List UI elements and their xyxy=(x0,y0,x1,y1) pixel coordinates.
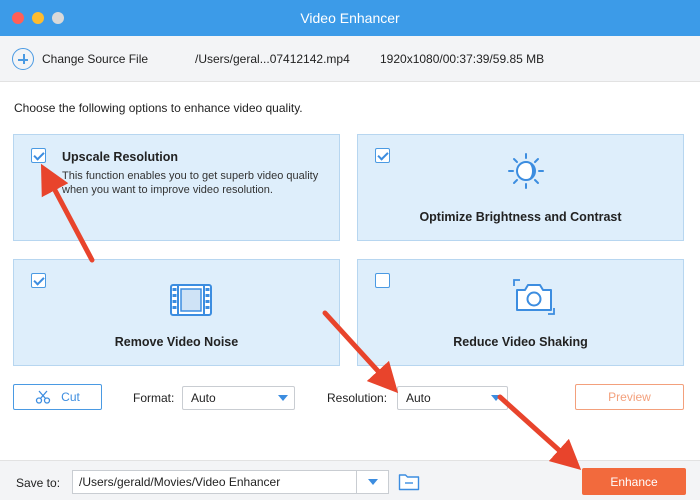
resolution-label: Resolution: xyxy=(327,391,388,405)
film-icon xyxy=(170,284,212,316)
resolution-value: Auto xyxy=(406,391,431,405)
cut-button[interactable]: Cut xyxy=(13,384,102,410)
controls-row: Cut Format: Auto Resolution: Auto Previe… xyxy=(0,384,700,412)
scissors-icon xyxy=(36,390,51,404)
option-reduce-video-shaking[interactable]: Reduce Video Shaking xyxy=(357,259,684,366)
save-to-label: Save to: xyxy=(16,476,61,490)
option-title: Reduce Video Shaking xyxy=(453,335,588,349)
brightness-icon xyxy=(508,153,544,189)
source-file-meta: 1920x1080/00:37:39/59.85 MB xyxy=(380,52,545,66)
option-title: Upscale Resolution xyxy=(62,150,178,164)
instruction-text: Choose the following options to enhance … xyxy=(14,101,303,115)
format-label: Format: xyxy=(133,391,175,405)
cut-label: Cut xyxy=(61,390,80,404)
folder-icon[interactable] xyxy=(398,472,420,491)
reduce-video-shaking-checkbox[interactable] xyxy=(375,273,390,288)
save-path-dropdown[interactable] xyxy=(356,470,389,494)
option-title: Optimize Brightness and Contrast xyxy=(419,210,622,224)
upscale-resolution-checkbox[interactable] xyxy=(31,148,46,163)
option-title: Remove Video Noise xyxy=(114,335,239,349)
option-optimize-brightness[interactable]: Optimize Brightness and Contrast xyxy=(357,134,684,241)
format-select[interactable]: Auto xyxy=(182,386,295,410)
bottom-bar: Save to: /Users/gerald/Movies/Video Enha… xyxy=(0,460,700,500)
remove-video-noise-checkbox[interactable] xyxy=(31,273,46,288)
change-source-label: Change Source File xyxy=(42,52,149,66)
chevron-down-icon xyxy=(278,395,288,401)
enhance-button[interactable]: Enhance xyxy=(582,468,686,495)
change-source-file-button[interactable]: Change Source File xyxy=(12,48,148,70)
save-path-value: /Users/gerald/Movies/Video Enhancer xyxy=(79,475,281,489)
title-bar: Video Enhancer xyxy=(0,0,700,36)
save-path-field[interactable]: /Users/gerald/Movies/Video Enhancer xyxy=(72,470,389,494)
source-file-path: /Users/geral...07412142.mp4 xyxy=(195,52,350,66)
option-description: This function enables you to get superb … xyxy=(62,170,319,196)
format-value: Auto xyxy=(191,391,216,405)
option-remove-video-noise[interactable]: Remove Video Noise xyxy=(13,259,340,366)
chevron-down-icon xyxy=(491,395,501,401)
source-bar: Change Source File /Users/geral...074121… xyxy=(0,36,700,82)
camera-icon xyxy=(513,279,555,315)
preview-button[interactable]: Preview xyxy=(575,384,684,410)
window-title: Video Enhancer xyxy=(300,10,400,26)
option-upscale-resolution[interactable]: Upscale Resolution This function enables… xyxy=(13,134,340,241)
plus-circle-icon xyxy=(12,48,34,70)
resolution-select[interactable]: Auto xyxy=(397,386,508,410)
optimize-brightness-checkbox[interactable] xyxy=(375,148,390,163)
